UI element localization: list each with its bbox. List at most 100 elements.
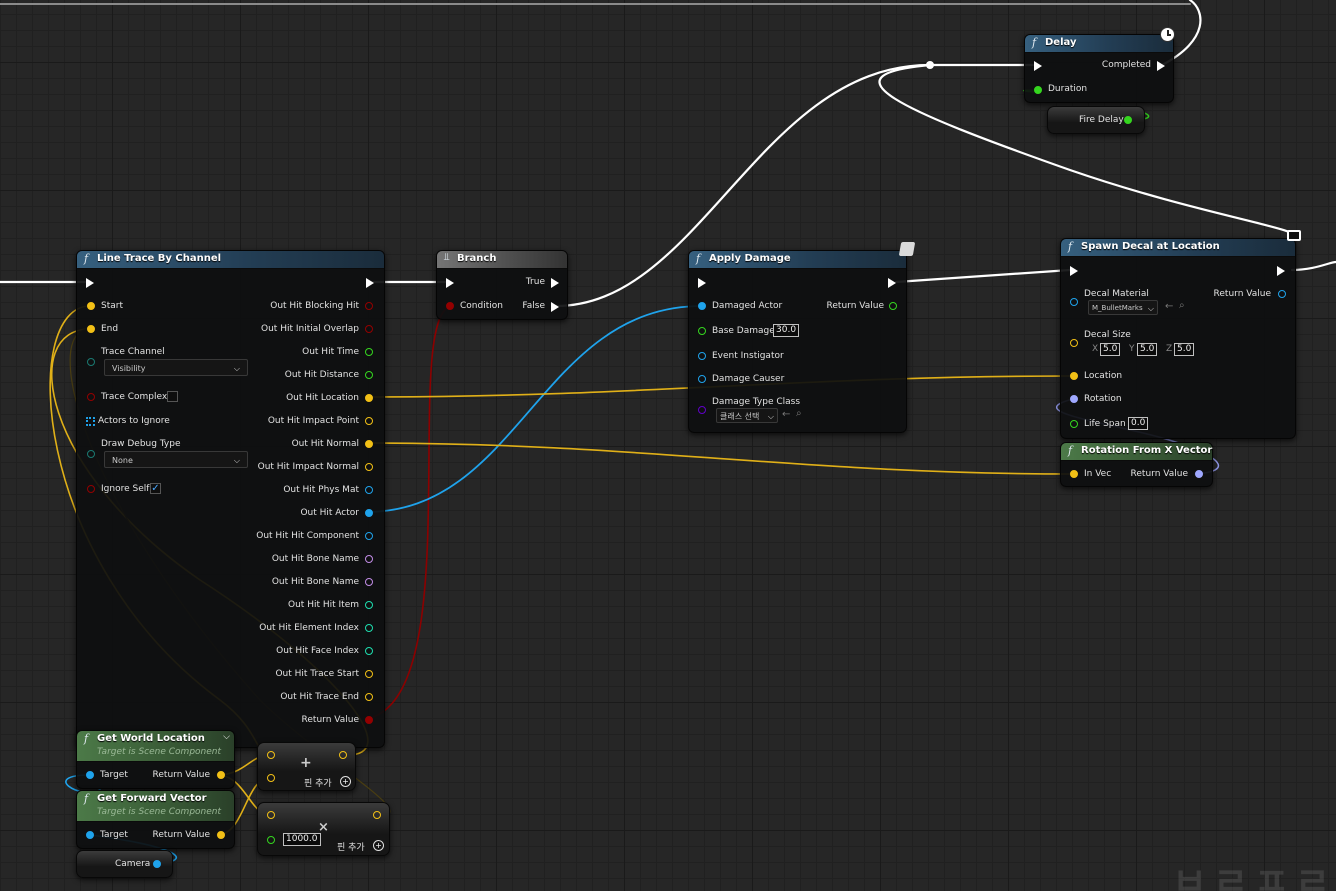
condition-pin[interactable]: [446, 302, 454, 310]
get-world-location-node[interactable]: f Get World Location Target is Scene Compo…: [76, 730, 235, 789]
damage-causer-pin[interactable]: [698, 375, 706, 383]
size-z-input[interactable]: 5.0: [1174, 343, 1195, 356]
return-value-pin[interactable]: [889, 302, 897, 310]
output-pin-15[interactable]: [365, 647, 373, 655]
trace-channel-pin[interactable]: [87, 358, 95, 366]
life-span-pin[interactable]: [1070, 420, 1078, 428]
true-exec-pin[interactable]: [551, 278, 559, 288]
return-value-pin[interactable]: [217, 771, 225, 779]
actors-to-ignore-pin[interactable]: [86, 417, 95, 426]
apply-damage-node[interactable]: f Apply Damage Damaged Actor Return Value…: [688, 242, 916, 433]
fire-delay-variable[interactable]: Fire Delay: [1047, 106, 1145, 134]
exec-out-pin[interactable]: [888, 278, 896, 288]
output-pin-11[interactable]: [365, 555, 373, 563]
trace-complex-pin[interactable]: [87, 393, 95, 401]
browse-search-icon[interactable]: ⌕: [796, 408, 802, 419]
line-trace-by-channel-node[interactable]: f Line Trace By Channel Start End Trace C…: [76, 250, 385, 748]
exec-in-pin[interactable]: [446, 278, 454, 288]
camera-variable[interactable]: Camera: [76, 850, 173, 878]
end-pin[interactable]: [87, 325, 95, 333]
decal-material-pin[interactable]: [1070, 298, 1078, 306]
camera-label: Camera: [115, 859, 151, 869]
exec-out-pin[interactable]: [1277, 266, 1285, 276]
trace-complex-label: Trace Complex: [101, 392, 168, 402]
target-pin[interactable]: [86, 831, 94, 839]
exec-in-pin[interactable]: [1034, 61, 1042, 71]
exec-in-pin[interactable]: [698, 278, 706, 288]
start-pin[interactable]: [87, 302, 95, 310]
target-pin[interactable]: [86, 771, 94, 779]
add-output-pin[interactable]: [339, 751, 347, 759]
output-pin-10[interactable]: [365, 532, 373, 540]
multiply-input-a-pin[interactable]: [267, 811, 275, 819]
trace-channel-dropdown[interactable]: Visibility ⌵: [104, 359, 248, 376]
exec-out-pin[interactable]: [366, 278, 374, 288]
delay-node[interactable]: f Delay Completed Duration: [1024, 27, 1175, 103]
use-selected-icon[interactable]: ←: [1165, 301, 1173, 312]
output-pin-13[interactable]: [365, 601, 373, 609]
rotation-from-x-vector-node[interactable]: f Rotation From X Vector In Vec Return Va…: [1060, 442, 1213, 487]
output-pin-18[interactable]: [365, 716, 373, 724]
output-pin-5[interactable]: [365, 417, 373, 425]
multiply-output-pin[interactable]: [373, 811, 381, 819]
size-y-input[interactable]: 5.0: [1137, 343, 1158, 356]
output-pin-2[interactable]: [365, 348, 373, 356]
output-pin-16[interactable]: [365, 670, 373, 678]
use-selected-icon[interactable]: ←: [782, 409, 790, 420]
return-value-pin[interactable]: [1195, 470, 1203, 478]
chevron-down-icon[interactable]: ⌵: [223, 732, 230, 742]
output-pin-8[interactable]: [365, 486, 373, 494]
return-value-label: Return Value: [152, 830, 210, 840]
output-pin-0[interactable]: [365, 302, 373, 310]
add-pin-button[interactable]: +: [373, 840, 384, 851]
damage-type-class-pin[interactable]: [698, 406, 706, 414]
location-pin[interactable]: [1070, 372, 1078, 380]
draw-debug-type-dropdown[interactable]: None ⌵: [104, 451, 248, 468]
trace-complex-checkbox[interactable]: [167, 391, 178, 402]
add-pin-button[interactable]: +: [340, 776, 351, 787]
output-pin-14[interactable]: [365, 624, 373, 632]
in-vec-pin[interactable]: [1070, 470, 1078, 478]
get-forward-vector-node[interactable]: f Get Forward Vector Target is Scene Compo…: [76, 790, 235, 849]
browse-search-icon[interactable]: ⌕: [1179, 300, 1185, 311]
rotation-pin[interactable]: [1070, 395, 1078, 403]
multiply-value-input[interactable]: 1000.0: [283, 833, 321, 846]
multiply-vector-node[interactable]: 1000.0 × 핀 추가 +: [257, 802, 390, 856]
fire-delay-pin[interactable]: [1124, 116, 1132, 124]
camera-pin[interactable]: [153, 860, 161, 868]
output-pin-12[interactable]: [365, 578, 373, 586]
output-pin-3[interactable]: [365, 371, 373, 379]
return-value-pin[interactable]: [1278, 290, 1286, 298]
ignore-self-checkbox[interactable]: ✓: [150, 483, 161, 494]
output-pin-17[interactable]: [365, 693, 373, 701]
damage-type-dropdown[interactable]: 클래스 선택 ⌵: [716, 408, 778, 423]
event-instigator-pin[interactable]: [698, 352, 706, 360]
spawn-decal-node[interactable]: f Spawn Decal at Location Decal Material …: [1060, 230, 1301, 439]
output-pin-6[interactable]: [365, 440, 373, 448]
add-input-a-pin[interactable]: [267, 751, 275, 759]
exec-in-pin[interactable]: [1070, 266, 1078, 276]
false-exec-pin[interactable]: [551, 302, 559, 312]
output-pin-7[interactable]: [365, 463, 373, 471]
add-vector-node[interactable]: + 핀 추가 +: [257, 742, 356, 791]
completed-exec-pin[interactable]: [1157, 61, 1165, 71]
branch-node[interactable]: ⫫ Branch Condition True False: [436, 250, 568, 320]
damaged-actor-pin[interactable]: [698, 302, 706, 310]
output-pin-1[interactable]: [365, 325, 373, 333]
duration-pin[interactable]: [1034, 86, 1042, 94]
multiply-input-b-pin[interactable]: [267, 836, 275, 844]
ignore-self-pin[interactable]: [87, 485, 95, 493]
return-value-pin[interactable]: [217, 831, 225, 839]
size-x-input[interactable]: 5.0: [1100, 343, 1121, 356]
add-input-b-pin[interactable]: [267, 774, 275, 782]
base-damage-pin[interactable]: [698, 327, 706, 335]
decal-size-pin[interactable]: [1070, 339, 1078, 347]
node-subtitle: Target is Scene Component: [97, 747, 222, 757]
life-span-input[interactable]: 0.0: [1128, 417, 1149, 430]
draw-debug-type-pin[interactable]: [87, 450, 95, 458]
base-damage-input[interactable]: 30.0: [773, 324, 800, 337]
exec-in-pin[interactable]: [86, 278, 94, 288]
output-pin-4[interactable]: [365, 394, 373, 402]
decal-material-dropdown[interactable]: M_BulletMarks ⌵: [1088, 300, 1158, 315]
output-pin-9[interactable]: [365, 509, 373, 517]
